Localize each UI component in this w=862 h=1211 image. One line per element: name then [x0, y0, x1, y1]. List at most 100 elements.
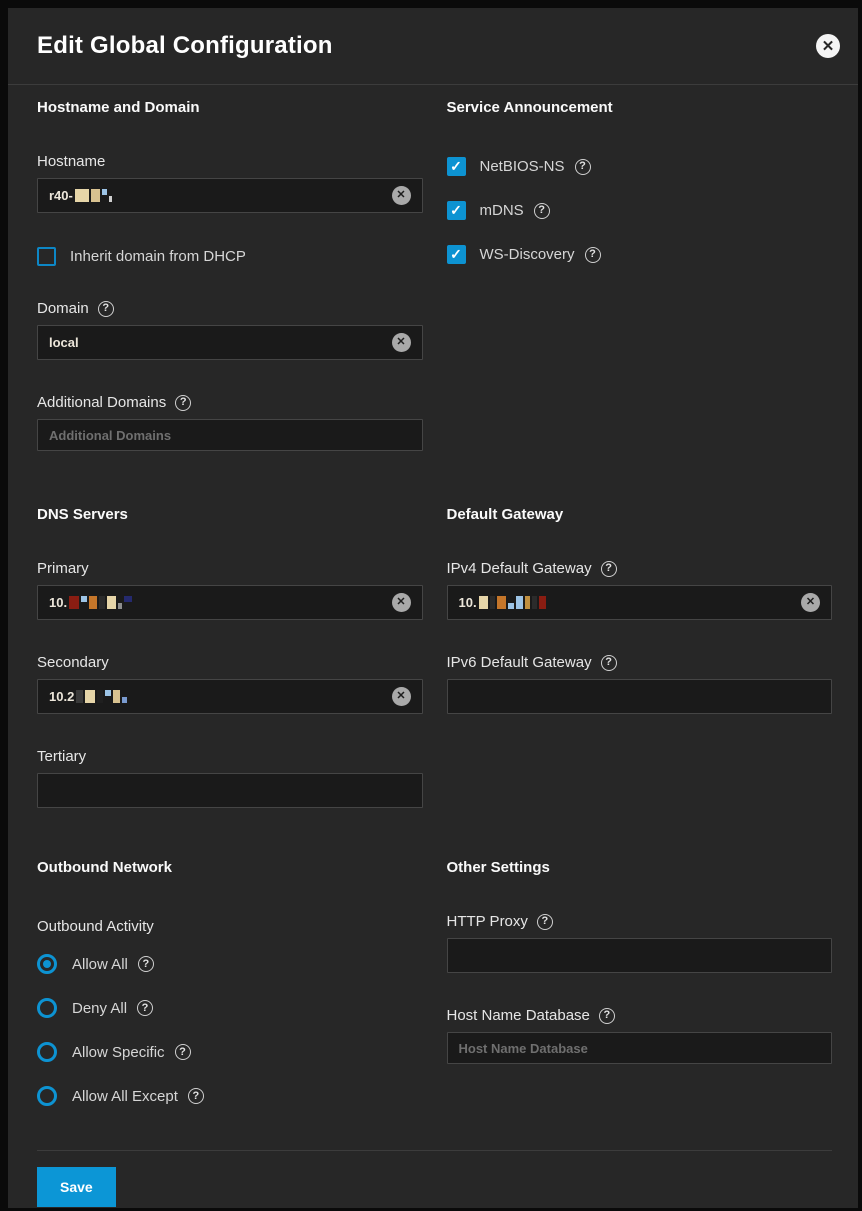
hostname-field: Hostname r40- ✕	[37, 153, 423, 213]
section-title: Service Announcement	[447, 99, 833, 116]
dialog-footer: Save	[37, 1150, 832, 1208]
redacted-value	[76, 690, 127, 703]
outbound-activity-label: Outbound Activity	[37, 918, 154, 935]
dialog-body: Hostname and Domain Hostname r40- ✕ Inhe…	[8, 85, 858, 1150]
help-icon[interactable]: ?	[537, 914, 553, 930]
radio-unselected-icon	[37, 1042, 57, 1062]
primary-dns-field: Primary 10. ✕	[37, 560, 423, 620]
section-title: Outbound Network	[37, 859, 423, 876]
host-name-database-label: Host Name Database	[447, 1007, 590, 1024]
tertiary-dns-input[interactable]	[37, 773, 423, 808]
clear-input-icon[interactable]: ✕	[392, 687, 411, 706]
http-proxy-field: HTTP Proxy ?	[447, 913, 833, 973]
ipv4-gateway-label: IPv4 Default Gateway	[447, 560, 592, 577]
help-icon[interactable]: ?	[575, 159, 591, 175]
clear-input-icon[interactable]: ✕	[801, 593, 820, 612]
radio-selected-icon	[37, 954, 57, 974]
help-icon[interactable]: ?	[137, 1000, 153, 1016]
redacted-value	[75, 189, 112, 202]
radio-unselected-icon	[37, 1086, 57, 1106]
help-icon[interactable]: ?	[601, 561, 617, 577]
help-icon[interactable]: ?	[175, 1044, 191, 1060]
secondary-dns-input[interactable]: 10.2 ✕	[37, 679, 423, 714]
allow-specific-label: Allow Specific	[72, 1044, 165, 1061]
edit-global-configuration-dialog: Edit Global Configuration ✕ Hostname and…	[8, 8, 858, 1208]
section-outbound-network: Outbound Network Outbound Activity Allow…	[37, 845, 423, 1150]
mdns-label: mDNS	[480, 202, 524, 219]
netbios-ns-label: NetBIOS-NS	[480, 158, 565, 175]
section-default-gateway: Default Gateway IPv4 Default Gateway ? 1…	[447, 492, 833, 845]
section-title: Default Gateway	[447, 506, 833, 523]
hostname-value: r40-	[49, 188, 73, 203]
clear-input-icon[interactable]: ✕	[392, 593, 411, 612]
section-other-settings: Other Settings HTTP Proxy ? Host Name Da…	[447, 845, 833, 1150]
secondary-dns-field: Secondary 10.2 ✕	[37, 654, 423, 714]
additional-domains-placeholder: Additional Domains	[49, 428, 171, 443]
radio-unselected-icon	[37, 998, 57, 1018]
http-proxy-input[interactable]	[447, 938, 833, 973]
host-name-database-placeholder: Host Name Database	[459, 1041, 588, 1056]
checkbox-checked-icon: ✓	[447, 157, 466, 176]
dialog-header: Edit Global Configuration ✕	[8, 8, 858, 85]
secondary-dns-value: 10.2	[49, 689, 74, 704]
domain-field: Domain ? local ✕	[37, 300, 423, 360]
deny-all-label: Deny All	[72, 1000, 127, 1017]
inherit-domain-label: Inherit domain from DHCP	[70, 248, 246, 265]
checkbox-checked-icon: ✓	[447, 245, 466, 264]
checkbox-unchecked-icon	[37, 247, 56, 266]
radio-deny-all[interactable]: Deny All ?	[37, 998, 423, 1018]
section-title: Other Settings	[447, 859, 833, 876]
redacted-value	[479, 596, 546, 609]
additional-domains-input[interactable]: Additional Domains	[37, 419, 423, 451]
save-button[interactable]: Save	[37, 1167, 116, 1207]
page-title: Edit Global Configuration	[37, 32, 333, 60]
ipv4-gateway-field: IPv4 Default Gateway ? 10. ✕	[447, 560, 833, 620]
additional-domains-label: Additional Domains	[37, 394, 166, 411]
domain-input[interactable]: local ✕	[37, 325, 423, 360]
radio-allow-all-except[interactable]: Allow All Except ?	[37, 1086, 423, 1106]
allow-all-except-label: Allow All Except	[72, 1088, 178, 1105]
tertiary-dns-field: Tertiary	[37, 748, 423, 808]
section-title: DNS Servers	[37, 506, 423, 523]
hostname-label: Hostname	[37, 153, 105, 170]
mdns-checkbox[interactable]: ✓ mDNS ?	[447, 201, 833, 220]
hostname-input[interactable]: r40- ✕	[37, 178, 423, 213]
help-icon[interactable]: ?	[599, 1008, 615, 1024]
allow-all-label: Allow All	[72, 956, 128, 973]
additional-domains-field: Additional Domains ? Additional Domains	[37, 394, 423, 451]
clear-input-icon[interactable]: ✕	[392, 186, 411, 205]
secondary-dns-label: Secondary	[37, 654, 109, 671]
primary-dns-input[interactable]: 10. ✕	[37, 585, 423, 620]
help-icon[interactable]: ?	[601, 655, 617, 671]
ipv4-gateway-value: 10.	[459, 595, 477, 610]
ipv6-gateway-input[interactable]	[447, 679, 833, 714]
redacted-value	[69, 596, 132, 609]
ws-discovery-checkbox[interactable]: ✓ WS-Discovery ?	[447, 245, 833, 264]
outbound-activity-radio-group: Allow All ? Deny All ? Allow Specific	[37, 954, 423, 1106]
domain-label: Domain	[37, 300, 89, 317]
radio-allow-all[interactable]: Allow All ?	[37, 954, 423, 974]
radio-allow-specific[interactable]: Allow Specific ?	[37, 1042, 423, 1062]
ipv6-gateway-field: IPv6 Default Gateway ?	[447, 654, 833, 714]
inherit-domain-from-dhcp-checkbox[interactable]: Inherit domain from DHCP	[37, 247, 423, 266]
close-icon: ✕	[822, 39, 835, 54]
help-icon[interactable]: ?	[98, 301, 114, 317]
primary-dns-label: Primary	[37, 560, 89, 577]
help-icon[interactable]: ?	[175, 395, 191, 411]
clear-input-icon[interactable]: ✕	[392, 333, 411, 352]
host-name-database-input[interactable]: Host Name Database	[447, 1032, 833, 1064]
help-icon[interactable]: ?	[534, 203, 550, 219]
ws-discovery-label: WS-Discovery	[480, 246, 575, 263]
section-title: Hostname and Domain	[37, 99, 423, 116]
help-icon[interactable]: ?	[138, 956, 154, 972]
tertiary-dns-label: Tertiary	[37, 748, 86, 765]
domain-value: local	[49, 335, 79, 350]
netbios-ns-checkbox[interactable]: ✓ NetBIOS-NS ?	[447, 157, 833, 176]
ipv4-gateway-input[interactable]: 10. ✕	[447, 585, 833, 620]
ipv6-gateway-label: IPv6 Default Gateway	[447, 654, 592, 671]
primary-dns-value: 10.	[49, 595, 67, 610]
section-dns-servers: DNS Servers Primary 10. ✕ Secondary 10.2	[37, 492, 423, 845]
close-button[interactable]: ✕	[816, 34, 840, 58]
help-icon[interactable]: ?	[188, 1088, 204, 1104]
help-icon[interactable]: ?	[585, 247, 601, 263]
